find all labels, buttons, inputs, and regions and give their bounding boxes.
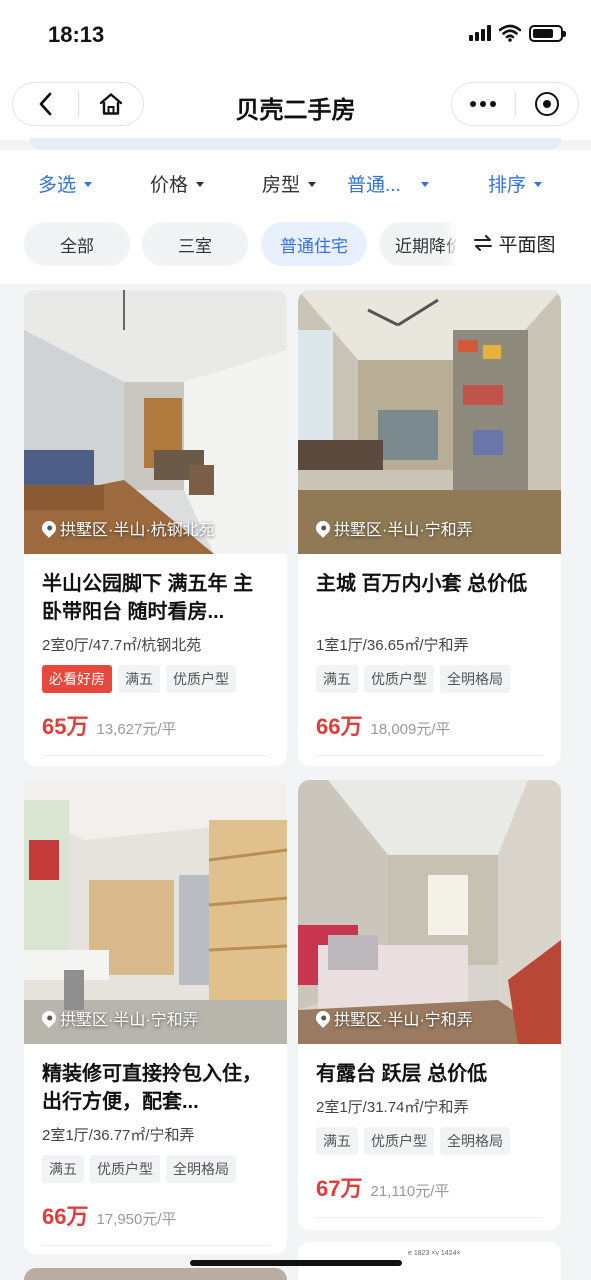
listing-price: 67万 [316,1176,363,1201]
back-button[interactable] [13,83,78,125]
listing-location: 拱墅区·半山·宁和弄 [313,516,473,540]
listing-photo: 拱墅区·半山·宁和弄 [24,780,287,1044]
listing-card-partial[interactable] [24,1268,287,1280]
more-dots-icon [470,101,497,107]
listing-title: 有露台 跃层 总价低 [316,1063,488,1085]
listing-price: 66万 [42,1204,89,1229]
close-miniprogram-button[interactable] [516,83,579,125]
listing-photo: 拱墅区·半山·宁和弄 [298,780,561,1044]
listing-tag: 满五 [316,665,358,693]
listing-tag: 优质户型 [364,1127,434,1155]
listing-tag: 满五 [316,1127,358,1155]
listing-location-text: 拱墅区·半山·宁和弄 [60,1012,199,1029]
listing-tag: 优质户型 [364,665,434,693]
listing-price: 66万 [316,714,363,739]
chip-three-rooms[interactable]: 三室 [142,222,248,266]
more-button[interactable] [452,83,515,125]
wifi-icon [499,24,521,42]
listing-tags: 满五 优质户型 全明格局 [316,665,543,693]
photo-watermark: e 1823 ×v 1424× [408,1250,461,1257]
listing-tags: 满五 优质户型 全明格局 [316,1127,543,1155]
listing-tag: 优质户型 [90,1155,160,1183]
listing-card[interactable]: 拱墅区·半山·宁和弄 精装修可直接拎包入住，出行方便，配套... 2室1厅/36… [24,780,287,1254]
chip-ordinary-residence[interactable]: 普通住宅 [261,222,367,266]
filter-bar: 多选 价格 房型 普通... 排序 全部 三室 普通住宅 近期降价 平面图 [0,150,591,284]
battery-icon [529,24,566,42]
home-icon [99,93,122,115]
listing-title: 半山公园脚下 满五年 主卧带阳台 随时看房... [42,573,254,623]
listing-card[interactable]: 拱墅区·半山·宁和弄 有露台 跃层 总价低 2室1厅/31.74㎡/宁和弄 满五… [298,780,561,1230]
listing-title: 主城 百万内小套 总价低 [316,573,528,595]
battery-level [533,28,553,38]
home-indicator[interactable] [190,1260,402,1266]
status-time: 18:13 [48,22,105,47]
listing-unit-price: 18,009元/平 [370,721,451,738]
listing-tag: 满五 [118,665,160,693]
location-pin-icon [39,518,59,538]
listing-location: 拱墅区·半山·宁和弄 [39,1006,199,1030]
nav-capsule-left [12,82,144,126]
nav-capsule-right [451,82,579,126]
listing-location: 拱墅区·半山·宁和弄 [313,1006,473,1030]
filter-label: 价格 [150,175,189,196]
caret-down-icon [84,182,93,187]
listing-tag: 优质户型 [166,665,236,693]
listing-info: 2室0厅/47.7㎡/杭钢北苑 [42,637,202,654]
listing-info: 1室1厅/36.65㎡/宁和弄 [316,637,469,654]
listing-title: 精装修可直接拎包入住，出行方便，配套... [42,1063,262,1113]
listing-location-text: 拱墅区·半山·杭钢北苑 [60,522,215,539]
status-bar: 18:13 [0,0,591,70]
listing-unit-price: 21,110元/平 [370,1183,450,1200]
listing-location-text: 拱墅区·半山·宁和弄 [334,1012,473,1029]
filter-label: 多选 [38,175,77,196]
listing-info: 2室1厅/31.74㎡/宁和弄 [316,1099,469,1116]
listing-tag-highlight: 必看好房 [42,665,112,693]
location-pin-icon [313,1008,333,1028]
home-button[interactable] [79,83,144,125]
filter-sort[interactable]: 排序 [488,170,543,197]
floor-plan-label: 平面图 [498,234,556,256]
filter-price[interactable]: 价格 [150,170,205,197]
listing-location-text: 拱墅区·半山·宁和弄 [334,522,473,539]
cellular-signal-icon [469,25,491,41]
listing-tag: 全明格局 [440,1127,510,1155]
caret-down-icon [534,182,543,187]
filter-label: 排序 [488,175,527,196]
listing-price: 65万 [42,714,89,739]
listing-tags: 必看好房 满五 优质户型 [42,665,269,693]
location-pin-icon [313,518,333,538]
chevron-left-icon [39,92,52,116]
status-icons [469,24,566,42]
filter-label: 房型 [262,175,301,196]
listing-info: 2室1厅/36.77㎡/宁和弄 [42,1127,195,1144]
caret-down-icon [196,182,205,187]
listing-photo: 拱墅区·半山·杭钢北苑 [24,290,287,554]
caret-down-icon [420,182,429,187]
filter-label: 普通... [347,175,401,196]
listing-tags: 满五 优质户型 全明格局 [42,1155,269,1183]
filter-property-type[interactable]: 普通... [347,170,429,197]
listing-location: 拱墅区·半山·杭钢北苑 [39,516,215,540]
filter-row: 多选 价格 房型 普通... 排序 [0,170,591,204]
caret-down-icon [308,182,317,187]
swap-icon [474,235,493,251]
location-pin-icon [39,1008,59,1028]
listing-photo: 拱墅区·半山·宁和弄 [298,290,561,554]
chip-all[interactable]: 全部 [24,222,130,266]
listing-card[interactable]: 拱墅区·半山·杭钢北苑 半山公园脚下 满五年 主卧带阳台 随时看房... 2室0… [24,290,287,766]
listing-unit-price: 17,950元/平 [96,1211,177,1228]
target-icon [534,92,559,116]
listing-tag: 全明格局 [166,1155,236,1183]
listing-tag: 满五 [42,1155,84,1183]
listing-card[interactable]: 拱墅区·半山·宁和弄 主城 百万内小套 总价低 1室1厅/36.65㎡/宁和弄 … [298,290,561,766]
listing-tag: 全明格局 [440,665,510,693]
floor-plan-toggle[interactable]: 平面图 [456,216,574,270]
filter-room-type[interactable]: 房型 [262,170,317,197]
nav-shadow [30,138,561,150]
listing-unit-price: 13,627元/平 [96,721,177,738]
filter-multi-select[interactable]: 多选 [38,170,93,197]
nav-bar: 贝壳二手房 [0,70,591,140]
